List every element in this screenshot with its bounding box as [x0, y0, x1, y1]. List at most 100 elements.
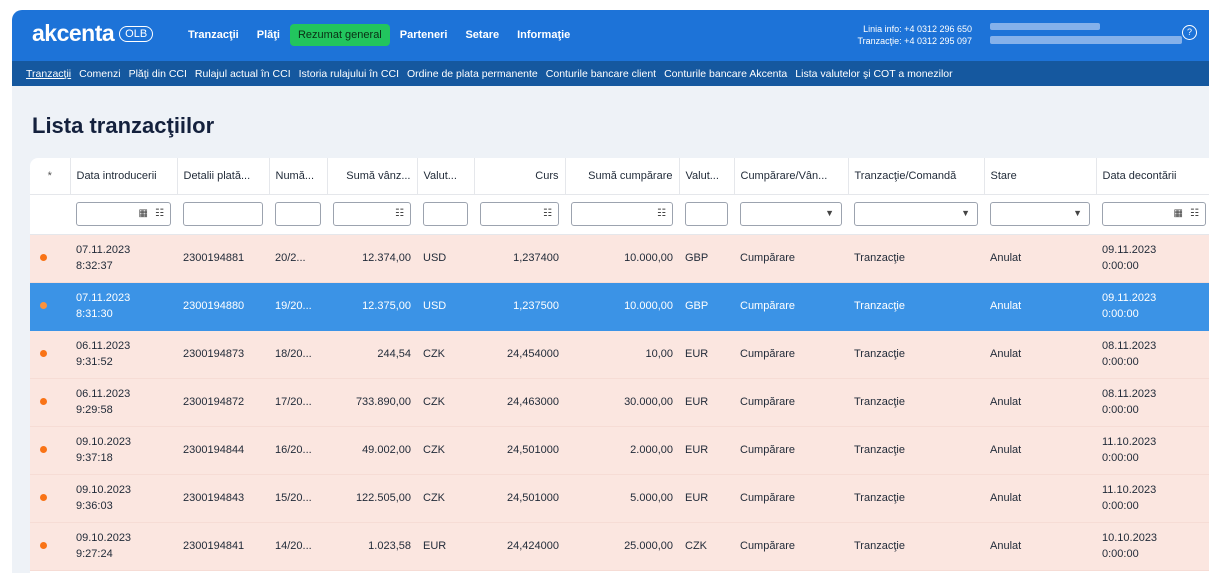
status-cell: Anulat [984, 282, 1096, 331]
top-bar: akcenta OLB Tranzacţii Plăţi Rezumat gener… [12, 10, 1209, 61]
filter-number-input[interactable] [275, 202, 321, 226]
filter-adjust-icon[interactable]: ☷ [543, 208, 552, 220]
status-dot-cell [30, 330, 70, 379]
entry-date-cell: 09.10.2023 9:37:18 [70, 426, 177, 475]
column-header[interactable]: Stare [984, 158, 1097, 195]
sub-nav-item[interactable]: Plăţi din CCI [129, 68, 187, 80]
sell-currency-cell: CZK [417, 426, 474, 475]
main-nav-item[interactable]: Setare [457, 24, 507, 46]
column-header[interactable]: Data introducerii [70, 158, 178, 195]
filter-adjust-icon[interactable]: ☷ [657, 208, 666, 220]
entry-time: 8:32:37 [76, 260, 113, 272]
entry-date-cell: 09.10.2023 9:27:24 [70, 522, 177, 571]
main-nav-item[interactable]: Tranzacţii [180, 24, 247, 46]
column-header[interactable]: * [30, 158, 71, 195]
olb-badge: OLB [119, 25, 154, 42]
filter-rate-input[interactable]: ☷ [480, 202, 559, 226]
sub-nav-item[interactable]: Lista valutelor şi COT a monezilor [795, 68, 952, 80]
filter-status-select[interactable]: ▼ [990, 202, 1090, 226]
settlement-time: 0:00:00 [1102, 404, 1139, 416]
table-row[interactable]: 07.11.2023 8:31:30 2300194880 19/20... 12.37… [30, 282, 1209, 331]
table-row[interactable]: 09.10.2023 9:37:18 2300194844 16/20... 49.00… [30, 426, 1209, 475]
column-header[interactable]: Data decontării [1096, 158, 1209, 195]
calendar-icon[interactable]: ▦ [1174, 208, 1183, 220]
settlement-date-cell: 08.11.2023 0:00:00 [1096, 378, 1209, 427]
chevron-down-icon[interactable]: ▼ [1073, 207, 1082, 219]
sub-nav-item[interactable]: Istoria rulajului în CCI [299, 68, 399, 80]
entry-time: 8:31:30 [76, 308, 113, 320]
sub-nav-item[interactable]: Conturile bancare Akcenta [664, 68, 787, 80]
column-header[interactable]: Numă... [269, 158, 328, 195]
sub-nav-item[interactable]: Tranzacţii [26, 68, 71, 80]
sub-nav-item[interactable]: Rulajul actual în CCI [195, 68, 291, 80]
table-row[interactable]: 06.11.2023 9:29:58 2300194872 17/20... 733.8… [30, 378, 1209, 427]
table-row[interactable]: 09.10.2023 9:36:03 2300194843 15/20... 122.5… [30, 474, 1209, 523]
status-cell: Anulat [984, 522, 1096, 571]
filter-settle-date-input[interactable]: ▦ ☷ [1102, 202, 1206, 226]
filter-adjust-icon[interactable]: ☷ [395, 208, 404, 220]
main-nav-item[interactable]: Parteneri [392, 24, 456, 46]
status-dot-cell [30, 378, 70, 427]
payment-details-cell: 2300194872 [177, 378, 269, 427]
column-header[interactable]: Detalii plată... [177, 158, 270, 195]
main-nav-item[interactable]: Plăţi [249, 24, 288, 46]
number-cell: 16/20... [269, 426, 327, 475]
transaction-line: Tranzacţie: +4 0312 295 097 [857, 36, 973, 46]
filter-buy-currency-input[interactable] [685, 202, 728, 226]
filter-adjust-icon[interactable]: ☷ [155, 208, 164, 220]
filter-sell-currency-input[interactable] [423, 202, 468, 226]
sell-amount-cell: 12.375,00 [327, 282, 417, 331]
chevron-down-icon[interactable]: ▼ [961, 207, 970, 219]
table-row[interactable]: 09.10.2023 9:27:24 2300194841 14/20... 1.023… [30, 522, 1209, 571]
entry-date: 09.10.2023 [76, 484, 132, 496]
chevron-down-icon[interactable]: ▼ [825, 207, 834, 219]
main-nav-item[interactable]: Rezumat general [289, 24, 390, 46]
sub-nav-item[interactable]: Ordine de plata permanente [407, 68, 538, 80]
entry-date-cell: 06.11.2023 9:29:58 [70, 378, 177, 427]
filter-details-input[interactable] [183, 202, 263, 226]
table-row[interactable]: 06.11.2023 9:31:52 2300194873 18/20... 244,5… [30, 330, 1209, 379]
number-cell: 14/20... [269, 522, 327, 571]
rate-cell: 24,501000 [474, 474, 565, 523]
rate-cell: 24,501000 [474, 426, 565, 475]
status-dot-cell [30, 474, 70, 523]
entry-date-cell: 07.11.2023 8:31:30 [70, 282, 177, 331]
column-header[interactable]: Sumă cumpărare [565, 158, 680, 195]
filter-date-input[interactable]: ▦ ☷ [76, 202, 171, 226]
entry-time: 9:31:52 [76, 356, 113, 368]
sell-amount-cell: 122.505,00 [327, 474, 417, 523]
table-row[interactable]: 07.11.2023 8:32:37 2300194881 20/2... 12.374… [30, 234, 1209, 283]
filter-sell-amount-input[interactable]: ☷ [333, 202, 411, 226]
filter-adjust-icon[interactable]: ☷ [1190, 208, 1199, 220]
column-header[interactable]: Valut... [417, 158, 475, 195]
akcenta-logo[interactable]: akcenta OLB [32, 20, 154, 47]
column-header[interactable]: Valut... [679, 158, 735, 195]
entry-date: 07.11.2023 [76, 244, 131, 256]
column-header[interactable]: Sumă vânz... [327, 158, 418, 195]
help-icon[interactable]: ? [1182, 25, 1197, 40]
direction-cell: Cumpărare [734, 474, 848, 523]
filter-direction-select[interactable]: ▼ [740, 202, 842, 226]
filter-type-select[interactable]: ▼ [854, 202, 978, 226]
payment-details-cell: 2300194880 [177, 282, 269, 331]
buy-currency-cell: GBP [679, 234, 734, 283]
sub-nav-item[interactable]: Comenzi [79, 68, 120, 80]
column-header[interactable]: Curs [474, 158, 566, 195]
column-header[interactable]: Tranzacţie/Comandă [848, 158, 985, 195]
main-nav-item[interactable]: Informaţie [509, 24, 578, 46]
type-cell: Tranzacţie [848, 282, 984, 331]
sub-nav-item[interactable]: Conturile bancare client [546, 68, 656, 80]
sell-currency-cell: USD [417, 234, 474, 283]
type-cell: Tranzacţie [848, 426, 984, 475]
column-header[interactable]: Cumpărare/Vân... [734, 158, 849, 195]
number-cell: 17/20... [269, 378, 327, 427]
entry-date: 06.11.2023 [76, 340, 131, 352]
calendar-icon[interactable]: ▦ [139, 208, 148, 220]
type-cell: Tranzacţie [848, 522, 984, 571]
settlement-time: 0:00:00 [1102, 308, 1139, 320]
number-cell: 20/2... [269, 234, 327, 283]
rate-cell: 1,237400 [474, 234, 565, 283]
sell-amount-cell: 244,54 [327, 330, 417, 379]
filter-cell-empty [30, 194, 70, 235]
filter-buy-amount-input[interactable]: ☷ [571, 202, 673, 226]
